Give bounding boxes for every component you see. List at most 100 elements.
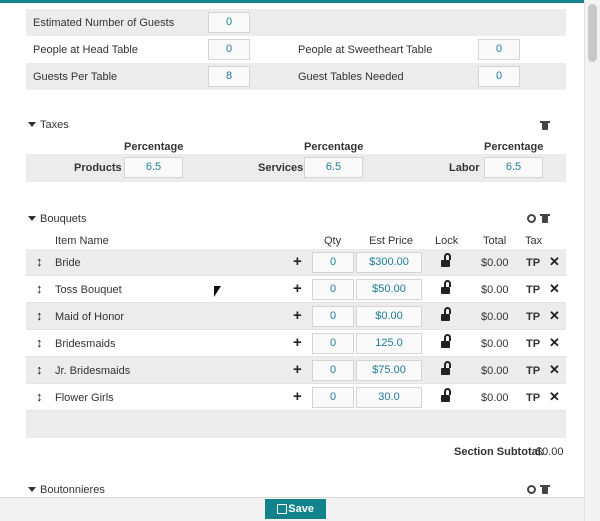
unlocked-padlock-icon[interactable]	[441, 361, 451, 375]
floppy-disk-icon	[277, 504, 287, 514]
sweetheart-table-input[interactable]: 0	[478, 39, 520, 60]
est-price-input[interactable]: 125.0	[356, 333, 422, 354]
labor-tax-input[interactable]: 6.5	[484, 157, 543, 178]
qty-input[interactable]: 0	[312, 306, 354, 327]
item-total: $0.00	[481, 365, 509, 377]
boutonnieres-section-toggle[interactable]: Boutonnieres	[28, 484, 105, 496]
table-row: ↕ Maid of Honor +0 $0.00 $0.00 TP ✕	[26, 303, 566, 330]
add-item-area	[26, 411, 566, 438]
unlocked-padlock-icon[interactable]	[441, 307, 451, 321]
close-icon[interactable]: ✕	[549, 255, 560, 269]
item-tax-code[interactable]: TP	[526, 284, 540, 296]
item-name: Bride	[55, 257, 81, 269]
drag-handle-icon[interactable]: ↕	[36, 363, 43, 377]
item-name: Maid of Honor	[55, 311, 125, 323]
drag-handle-icon[interactable]: ↕	[36, 390, 43, 404]
item-tax-code[interactable]: TP	[526, 365, 540, 377]
close-icon[interactable]: ✕	[549, 282, 560, 296]
services-tax-label: Services	[258, 162, 304, 174]
column-lock: Lock	[435, 235, 459, 247]
close-icon[interactable]: ✕	[549, 336, 560, 350]
products-tax-label: Products	[74, 162, 122, 174]
est-price-input[interactable]: $50.00	[356, 279, 422, 300]
drag-handle-icon[interactable]: ↕	[36, 309, 43, 323]
unlocked-padlock-icon[interactable]	[441, 334, 451, 348]
close-icon[interactable]: ✕	[549, 390, 560, 404]
bouquets-title: Bouquets	[40, 213, 87, 225]
qty-input[interactable]: 0	[312, 387, 354, 408]
scrollbar[interactable]	[584, 0, 600, 521]
column-tax: Tax	[525, 235, 543, 247]
est-price-input[interactable]: $0.00	[356, 306, 422, 327]
boutonnieres-title: Boutonnieres	[40, 484, 105, 496]
unlocked-padlock-icon[interactable]	[441, 253, 451, 267]
plus-icon[interactable]: +	[293, 388, 302, 405]
column-total: Total	[483, 235, 507, 247]
scrollbar-thumb[interactable]	[588, 4, 597, 62]
estimated-guests-label: Estimated Number of Guests	[33, 17, 175, 29]
est-price-input[interactable]: 30.0	[356, 387, 422, 408]
head-table-label: People at Head Table	[33, 44, 138, 56]
labor-tax-label: Labor	[449, 162, 480, 174]
close-icon[interactable]: ✕	[549, 363, 560, 377]
top-accent-bar	[0, 0, 584, 3]
gear-icon[interactable]	[527, 485, 536, 494]
tables-needed-input[interactable]: 0	[478, 66, 520, 87]
table-row: ↕ Bridesmaids +0 125.0 $0.00 TP ✕	[26, 330, 566, 357]
item-tax-code[interactable]: TP	[526, 392, 540, 404]
plus-icon[interactable]: +	[293, 334, 302, 351]
guests-per-table-input[interactable]: 8	[208, 66, 250, 87]
est-price-input[interactable]: $300.00	[356, 252, 422, 273]
table-row: ↕ Bride +0 $300.00 $0.00 TP ✕	[26, 249, 566, 276]
estimated-guests-input[interactable]: 0	[208, 12, 250, 33]
qty-input[interactable]: 0	[312, 252, 354, 273]
tables-needed-label: Guest Tables Needed	[298, 71, 404, 83]
item-tax-code[interactable]: TP	[526, 338, 540, 350]
services-tax-input[interactable]: 6.5	[304, 157, 363, 178]
item-total: $0.00	[481, 392, 509, 404]
item-name: Flower Girls	[55, 392, 114, 404]
taxes-title: Taxes	[40, 119, 69, 131]
trash-icon[interactable]	[540, 485, 550, 494]
head-table-input[interactable]: 0	[208, 39, 250, 60]
item-total: $0.00	[481, 257, 509, 269]
plus-icon[interactable]: +	[293, 307, 302, 324]
services-percentage-header: Percentage	[304, 141, 364, 153]
qty-input[interactable]: 0	[312, 333, 354, 354]
est-price-input[interactable]: $75.00	[356, 360, 422, 381]
drag-handle-icon[interactable]: ↕	[36, 282, 43, 296]
item-name: Jr. Bridesmaids	[55, 365, 131, 377]
unlocked-padlock-icon[interactable]	[441, 280, 451, 294]
column-qty: Qty	[324, 235, 342, 247]
drag-handle-icon[interactable]: ↕	[36, 255, 43, 269]
item-tax-code[interactable]: TP	[526, 311, 540, 323]
column-item-name: Item Name	[55, 235, 109, 247]
caret-down-icon	[28, 216, 36, 221]
bouquets-section-toggle[interactable]: Bouquets	[28, 213, 86, 225]
table-row: ↕ Toss Bouquet +0 $50.00 $0.00 TP ✕	[26, 276, 566, 303]
item-name: Toss Bouquet	[55, 284, 122, 296]
table-row: ↕ Jr. Bridesmaids +0 $75.00 $0.00 TP ✕	[26, 357, 566, 384]
unlocked-padlock-icon[interactable]	[441, 388, 451, 402]
taxes-section-toggle[interactable]: Taxes	[28, 119, 69, 131]
plus-icon[interactable]: +	[293, 280, 302, 297]
item-tax-code[interactable]: TP	[526, 257, 540, 269]
qty-input[interactable]: 0	[312, 279, 354, 300]
save-button[interactable]: Save	[265, 499, 326, 519]
table-row: ↕ Flower Girls +0 30.0 $0.00 TP ✕	[26, 384, 566, 411]
trash-icon[interactable]	[540, 214, 550, 223]
qty-input[interactable]: 0	[312, 360, 354, 381]
section-subtotal-value: $0.00	[536, 446, 564, 458]
mouse-cursor	[214, 286, 221, 297]
section-subtotal-label: Section Subtotal:	[454, 446, 545, 458]
guests-per-table-label: Guests Per Table	[33, 71, 118, 83]
products-tax-input[interactable]: 6.5	[124, 157, 183, 178]
plus-icon[interactable]: +	[293, 253, 302, 270]
sweetheart-table-label: People at Sweetheart Table	[298, 44, 433, 56]
plus-icon[interactable]: +	[293, 361, 302, 378]
close-icon[interactable]: ✕	[549, 309, 560, 323]
caret-down-icon	[28, 487, 36, 492]
drag-handle-icon[interactable]: ↕	[36, 336, 43, 350]
trash-icon[interactable]	[540, 121, 550, 130]
gear-icon[interactable]	[527, 214, 536, 223]
